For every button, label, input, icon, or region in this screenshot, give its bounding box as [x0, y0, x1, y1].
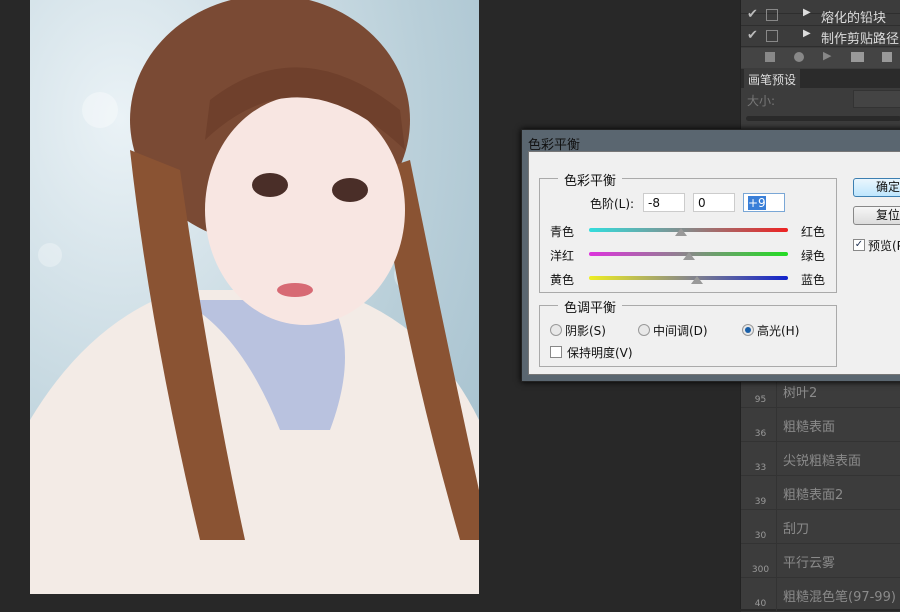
- brush-preset-item[interactable]: 300 平行云雾: [741, 544, 900, 578]
- tone-radio-label: 中间调(D): [653, 324, 708, 338]
- slider-thumb[interactable]: [674, 228, 687, 236]
- play-icon[interactable]: ▶: [823, 49, 831, 62]
- new-action-icon[interactable]: [882, 52, 892, 62]
- tone-radio[interactable]: [742, 324, 754, 336]
- slider-left-label: 青色: [550, 225, 575, 239]
- group-label: 色彩平衡: [558, 170, 623, 189]
- brush-name: 粗糙混色笔(97-99): [783, 590, 896, 605]
- brush-thumbnail: 30: [745, 510, 777, 543]
- size-label: 大小:: [747, 94, 776, 108]
- image-canvas[interactable]: [30, 0, 479, 594]
- brush-preset-item[interactable]: 36 粗糙表面: [741, 408, 900, 442]
- ok-button[interactable]: 确定: [853, 178, 900, 197]
- brush-thumbnail: 40: [745, 578, 777, 611]
- dialog-toggle-box[interactable]: [766, 30, 778, 42]
- size-slider[interactable]: [746, 116, 900, 121]
- expand-triangle-icon[interactable]: ▶: [803, 7, 811, 18]
- expand-triangle-icon[interactable]: ▶: [803, 28, 811, 39]
- action-row[interactable]: ✔ ▶ 熔化的铅块: [741, 5, 900, 26]
- level-cyan-red-input[interactable]: -8: [643, 193, 685, 212]
- preserve-luminosity-label: 保持明度(V): [567, 346, 633, 360]
- group-label: 色调平衡: [558, 297, 623, 316]
- brush-name: 尖锐粗糙表面: [783, 454, 862, 469]
- tone-radio-label: 阴影(S): [565, 324, 606, 338]
- tone-balance-group: 色调平衡 阴影(S) 中间调(D) 高光(H) 保持明度(V): [539, 297, 837, 367]
- levels-label: 色阶(L):: [590, 197, 635, 211]
- brush-thumbnail: 39: [745, 476, 777, 509]
- brush-name: 树叶2: [783, 386, 818, 401]
- tab-brush-presets[interactable]: 画笔预设: [744, 69, 800, 88]
- action-row[interactable]: ✔ ▶ 制作剪贴路径: [741, 26, 900, 47]
- size-field[interactable]: [853, 90, 900, 108]
- check-icon[interactable]: ✔: [747, 7, 758, 22]
- slider-left-label: 洋红: [550, 249, 575, 263]
- preview-label: 预览(P): [868, 239, 900, 253]
- level-yellow-blue-input[interactable]: +9: [743, 193, 785, 212]
- brush-name: 粗糙表面: [783, 420, 836, 435]
- brush-name: 粗糙表面2: [783, 488, 844, 503]
- brush-name: 平行云雾: [783, 556, 836, 571]
- color-balance-group: 色彩平衡 色阶(L): -8 0 +9 青色 红色洋红 绿色黄色 蓝色: [539, 170, 837, 293]
- slider-right-label: 红色: [801, 225, 826, 239]
- folder-icon[interactable]: [851, 52, 864, 62]
- tone-radio[interactable]: [638, 324, 650, 336]
- color-balance-dialog: 色彩平衡 色彩平衡 色阶(L): -8 0 +9 青色 红色洋红 绿色黄色 蓝色…: [521, 129, 900, 382]
- color-slider-track[interactable]: [589, 228, 788, 232]
- brush-thumbnail: 36: [745, 408, 777, 441]
- brush-preset-item[interactable]: 40 粗糙混色笔(97-99): [741, 578, 900, 612]
- slider-thumb[interactable]: [682, 252, 695, 260]
- stop-icon[interactable]: [765, 52, 775, 62]
- preview-checkbox[interactable]: ✓: [853, 239, 865, 251]
- reset-button[interactable]: 复位: [853, 206, 900, 225]
- brush-name: 刮刀: [783, 522, 810, 537]
- record-icon[interactable]: [794, 52, 804, 62]
- brush-preset-item[interactable]: 33 尖锐粗糙表面: [741, 442, 900, 476]
- color-slider-track[interactable]: [589, 276, 788, 280]
- slider-right-label: 绿色: [801, 249, 826, 263]
- slider-thumb[interactable]: [691, 276, 704, 284]
- slider-left-label: 黄色: [550, 273, 575, 287]
- action-label: 熔化的铅块: [821, 11, 887, 26]
- brush-thumbnail: 300: [745, 544, 777, 577]
- tone-radio[interactable]: [550, 324, 562, 336]
- action-label: 制作剪贴路径: [821, 32, 900, 47]
- dialog-toggle-box[interactable]: [766, 9, 778, 21]
- check-icon[interactable]: ✔: [747, 28, 758, 43]
- preserve-luminosity-checkbox[interactable]: [550, 346, 562, 358]
- actions-toolbar: ▶: [741, 48, 900, 68]
- brush-preset-item[interactable]: 39 粗糙表面2: [741, 476, 900, 510]
- portrait-illustration: [30, 0, 479, 594]
- brush-thumbnail: 33: [745, 442, 777, 475]
- level-magenta-green-input[interactable]: 0: [693, 193, 735, 212]
- brush-preset-item[interactable]: 30 刮刀: [741, 510, 900, 544]
- tone-radio-label: 高光(H): [757, 324, 800, 338]
- slider-right-label: 蓝色: [801, 273, 826, 287]
